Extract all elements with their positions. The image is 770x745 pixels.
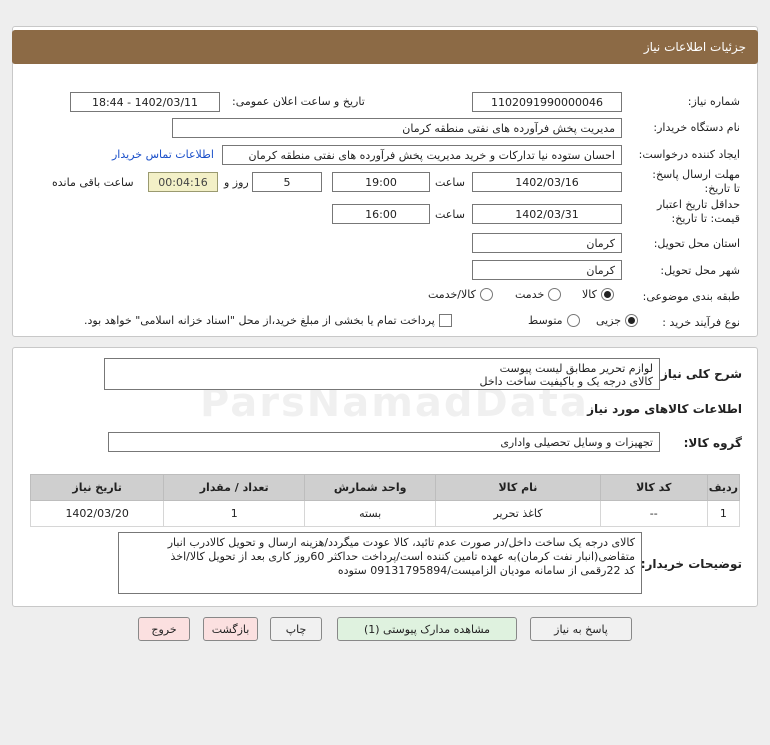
summary-line-1: لوازم تحریر مطابق لیست پیوست (499, 362, 653, 375)
treasury-payment-option[interactable]: پرداخت تمام یا بخشی از مبلغ خرید،از محل … (84, 314, 452, 327)
buyer-org-field: مدیریت پخش فرآورده های نفتی منطقه کرمان (172, 118, 622, 138)
buyer-contact-link[interactable]: اطلاعات تماس خریدار (112, 148, 214, 161)
reply-time-field: 19:00 (332, 172, 430, 192)
summary-box: لوازم تحریر مطابق لیست پیوست کالای درجه … (104, 358, 660, 390)
cell-name: کاغذ تحریر (435, 500, 601, 527)
col-need-date: تاریخ نیاز (29, 474, 165, 501)
reply-deadline-label: مهلت ارسال پاسخ: تا تاریخ: (652, 168, 740, 195)
reply-date-field: 1402/03/16 (472, 172, 622, 192)
col-code: کد کالا (599, 474, 708, 501)
category-service-radio[interactable] (548, 288, 562, 301)
cell-row: 1 (706, 500, 741, 527)
goods-group-field: تجهیزات و وسایل تحصیلی واداری (108, 432, 660, 452)
need-number-field: 1102091990000046 (472, 92, 622, 112)
process-option-minor[interactable]: جزیی (596, 314, 639, 327)
buyer-notes-line-2: متقاضی(انبار نفت کرمان)به عهده تامین کنن… (170, 550, 636, 563)
remaining-time-label: ساعت باقی مانده (52, 176, 134, 189)
category-label: طبقه بندی موضوعی: (642, 290, 740, 303)
buyer-notes-line-1: کالای درجه یک ساخت داخل/در صورت عدم تائی… (167, 536, 635, 549)
process-option-medium[interactable]: متوسط (528, 314, 580, 327)
buyer-notes-box: کالای درجه یک ساخت داخل/در صورت عدم تائی… (118, 532, 642, 594)
buyer-org-label: نام دستگاه خریدار: (653, 121, 740, 134)
announce-date-label: تاریخ و ساعت اعلان عمومی: (232, 95, 365, 108)
days-remaining-field: 5 (252, 172, 322, 192)
summary-label: شرح کلی نیاز: (656, 367, 742, 381)
remaining-time-field: 00:04:16 (148, 172, 218, 192)
cell-need-date: 1402/03/20 (29, 500, 165, 527)
cell-unit: بسته (304, 500, 437, 527)
table-row: 1 -- کاغذ تحریر بسته 1 1402/03/20 (29, 500, 741, 527)
exit-button[interactable]: خروج (138, 617, 190, 641)
category-option-goods[interactable]: کالا (582, 288, 614, 301)
page-title: جزئیات اطلاعات نیاز (12, 30, 758, 64)
category-goods-radio[interactable] (600, 288, 614, 301)
col-row: ردیف (706, 474, 741, 501)
city-label: شهر محل تحویل: (660, 264, 740, 277)
creator-label: ایجاد کننده درخواست: (638, 148, 740, 161)
cell-code: -- (599, 500, 708, 527)
days-label: روز و (224, 176, 249, 189)
summary-line-2: کالای درجه یک و باکیفیت ساخت داخل (479, 375, 654, 388)
category-option-service[interactable]: خدمت (515, 288, 562, 301)
city-field: کرمان (472, 260, 622, 280)
process-minor-radio[interactable] (625, 314, 639, 327)
reply-button[interactable]: پاسخ به نیاز (530, 617, 632, 641)
price-time-field: 16:00 (332, 204, 430, 224)
col-unit: واحد شمارش (304, 474, 437, 501)
buyer-notes-line-3: کد 22رقمی از سامانه مودیان الزامیست/0913… (337, 564, 635, 577)
goods-group-label: گروه کالا: (683, 436, 742, 450)
treasury-payment-checkbox[interactable] (438, 314, 452, 327)
col-quantity: تعداد / مقدار (163, 474, 306, 501)
province-field: کرمان (472, 233, 622, 253)
buyer-notes-label: توضیحات خریدار: (640, 557, 742, 571)
cell-quantity: 1 (163, 500, 306, 527)
announce-date-field: 1402/03/11 - 18:44 (70, 92, 220, 112)
need-number-label: شماره نیاز: (687, 95, 740, 108)
price-date-field: 1402/03/31 (472, 204, 622, 224)
back-button[interactable]: بازگشت (203, 617, 258, 641)
process-medium-radio[interactable] (566, 314, 580, 327)
province-label: استان محل تحویل: (653, 237, 740, 250)
category-goods-service-radio[interactable] (479, 288, 493, 301)
category-option-goods-service[interactable]: کالا/خدمت (428, 288, 493, 301)
goods-table: ردیف کد کالا نام کالا واحد شمارش تعداد /… (29, 474, 741, 527)
print-button[interactable]: چاپ (270, 617, 322, 641)
goods-table-header: ردیف کد کالا نام کالا واحد شمارش تعداد /… (29, 474, 741, 501)
price-validity-label: حداقل تاریخ اعتبار قیمت: تا تاریخ: (656, 198, 740, 225)
process-type-label: نوع فرآیند خرید : (662, 316, 740, 329)
creator-field: احسان ستوده نیا تدارکات و خرید مدیریت پخ… (222, 145, 622, 165)
price-time-label: ساعت (435, 208, 465, 221)
col-name: نام کالا (435, 474, 601, 501)
goods-section-title: اطلاعات کالاهای مورد نیاز (587, 402, 742, 416)
view-attachments-button[interactable]: مشاهده مدارک پیوستی (1) (337, 617, 517, 641)
reply-time-label: ساعت (435, 176, 465, 189)
